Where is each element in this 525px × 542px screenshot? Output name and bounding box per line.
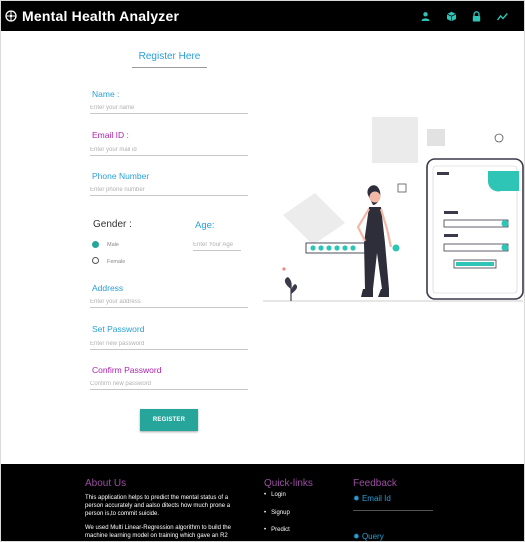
quick-link-login[interactable]: Login	[264, 492, 286, 498]
feedback-email-link[interactable]: ✹ Email Id	[353, 494, 391, 503]
set-password-input[interactable]	[90, 338, 248, 350]
set-password-label: Set Password	[92, 324, 145, 334]
gender-male-radio[interactable]	[92, 241, 99, 248]
confirm-password-input[interactable]	[90, 378, 248, 390]
address-label: Address	[92, 283, 124, 293]
quick-link-signup[interactable]: Signup	[264, 510, 290, 516]
gender-female-radio[interactable]	[92, 257, 99, 264]
page-footer: About Us This application helps to predi…	[1, 464, 524, 541]
gender-female-label: Female	[107, 259, 126, 265]
name-input[interactable]	[90, 102, 248, 114]
name-label: Name :	[92, 89, 120, 99]
user-icon[interactable]	[420, 11, 431, 22]
feedback-email-label: Email Id	[361, 494, 391, 503]
feedback-divider	[353, 510, 433, 511]
app-title[interactable]: Mental Health Analyzer	[22, 8, 179, 24]
confirm-password-label: Confirm Password	[92, 365, 162, 375]
cube-icon[interactable]	[446, 11, 457, 22]
email-label: Email ID :	[92, 130, 129, 140]
quick-link-predict[interactable]: Predict	[264, 527, 290, 533]
feedback-heading: Feedback	[353, 478, 397, 489]
gender-label: Gender :	[93, 219, 132, 230]
feedback-query-link[interactable]: ✹ Query	[353, 532, 384, 541]
email-input[interactable]	[90, 144, 248, 156]
gender-male-label: Male	[107, 242, 119, 248]
register-page: Mental Health Analyzer Register Here Nam…	[0, 0, 525, 542]
registration-illustration	[263, 117, 524, 302]
brain-icon	[5, 10, 17, 22]
quick-links-heading: Quick-links	[264, 478, 313, 489]
address-input[interactable]	[90, 296, 248, 308]
top-navbar: Mental Health Analyzer	[1, 1, 524, 31]
about-us-heading: About Us	[85, 478, 127, 489]
sun-icon: ✹	[353, 494, 360, 503]
feedback-query-label: Query	[361, 532, 384, 541]
phone-input[interactable]	[90, 184, 248, 196]
register-button[interactable]: REGISTER	[140, 409, 198, 431]
lock-icon[interactable]	[471, 11, 482, 22]
age-input[interactable]	[193, 239, 241, 251]
sun-icon: ✹	[353, 532, 360, 541]
about-us-model-text: We used Multi Linear-Regression algorith…	[85, 525, 231, 539]
phone-label: Phone Number	[92, 171, 150, 181]
register-heading-tab[interactable]: Register Here	[132, 51, 207, 68]
about-us-text: This application helps to predict the me…	[85, 495, 231, 517]
age-label: Age:	[195, 220, 215, 231]
trend-icon[interactable]	[497, 11, 508, 22]
